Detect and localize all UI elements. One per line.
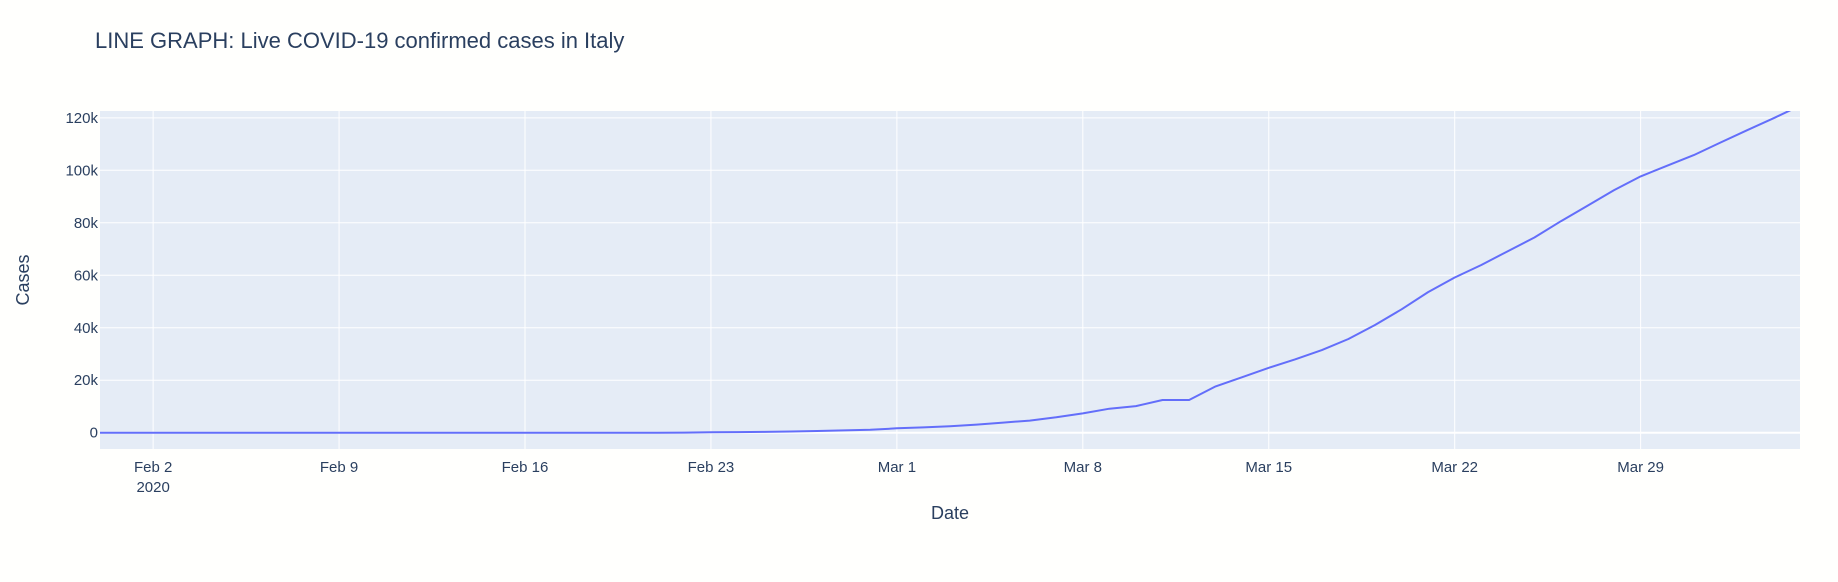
plot-area: [100, 111, 1800, 449]
x-tick-label: Feb 9: [320, 459, 358, 476]
x-axis-label: Date: [931, 503, 969, 523]
chart-title: LINE GRAPH: Live COVID-19 confirmed case…: [95, 28, 624, 53]
y-tick-label: 40k: [74, 320, 99, 337]
chart-container: 0 20k 40k 60k 80k 100k 120k Feb 2 2020 Feb 9 Feb …: [0, 0, 1838, 577]
y-tick-label: 80k: [74, 215, 99, 232]
x-tick-label: Mar 15: [1245, 459, 1292, 476]
x-tick-label: Feb 2: [134, 459, 172, 476]
x-tick-label: Mar 29: [1617, 459, 1664, 476]
x-tick-year-label: 2020: [136, 479, 169, 496]
y-tick-label: 0: [90, 425, 98, 442]
y-tick-label: 20k: [74, 372, 99, 389]
x-tick-label: Feb 16: [502, 459, 549, 476]
x-tick-label: Mar 22: [1431, 459, 1478, 476]
y-axis-label: Cases: [13, 254, 33, 305]
line-chart: 0 20k 40k 60k 80k 100k 120k Feb 2 2020 Feb 9 Feb …: [0, 0, 1838, 577]
y-tick-label: 100k: [65, 162, 98, 179]
x-tick-label: Feb 23: [688, 459, 735, 476]
y-tick-label: 120k: [65, 110, 98, 127]
x-tick-label: Mar 8: [1064, 459, 1102, 476]
x-tick-label: Mar 1: [878, 459, 916, 476]
y-tick-label: 60k: [74, 267, 99, 284]
